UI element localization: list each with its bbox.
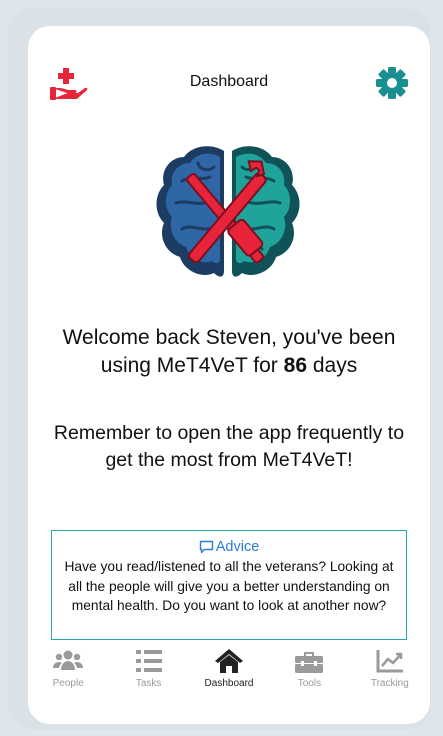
people-icon xyxy=(53,650,84,670)
list-icon xyxy=(135,650,162,672)
tab-tracking-label: Tracking xyxy=(370,678,409,689)
tab-people-label: People xyxy=(52,678,84,689)
bottom-tab-bar: People Tasks Dashboard Tools Tracking xyxy=(28,644,430,694)
page-title: Dashboard xyxy=(189,73,269,90)
advice-card[interactable]: Advice Have you read/listened to all the… xyxy=(51,530,407,640)
tab-dashboard[interactable]: Dashboard xyxy=(189,644,269,694)
tab-people[interactable]: People xyxy=(28,644,108,694)
app-screen: Dashboard Welcome back Steven, you've be… xyxy=(28,26,430,724)
home-icon xyxy=(215,649,244,673)
header: Dashboard xyxy=(28,26,430,136)
tab-dashboard-label: Dashboard xyxy=(204,678,254,689)
days-label: days xyxy=(312,354,358,377)
gear-icon xyxy=(376,67,408,99)
tab-tools-label: Tools xyxy=(297,678,322,689)
advice-heading: Advice xyxy=(52,538,406,556)
tab-tools[interactable]: Tools xyxy=(269,644,349,694)
tab-tasks-label: Tasks xyxy=(135,678,162,689)
advice-heading-label: Advice xyxy=(215,539,260,555)
settings-button[interactable] xyxy=(375,66,409,100)
advice-body: Have you read/listened to all the vetera… xyxy=(64,559,394,613)
speech-bubble-icon xyxy=(199,540,213,554)
toolbox-icon xyxy=(295,652,324,673)
days-count: 86 xyxy=(283,354,308,377)
tab-tracking[interactable]: Tracking xyxy=(350,644,430,694)
reminder-text: Remember to open the app frequently to g… xyxy=(53,422,405,471)
welcome-message: Welcome back Steven, you've been using M… xyxy=(48,324,410,380)
tab-tasks[interactable]: Tasks xyxy=(108,644,188,694)
brain-logo xyxy=(156,146,300,277)
chart-line-icon xyxy=(376,650,403,673)
